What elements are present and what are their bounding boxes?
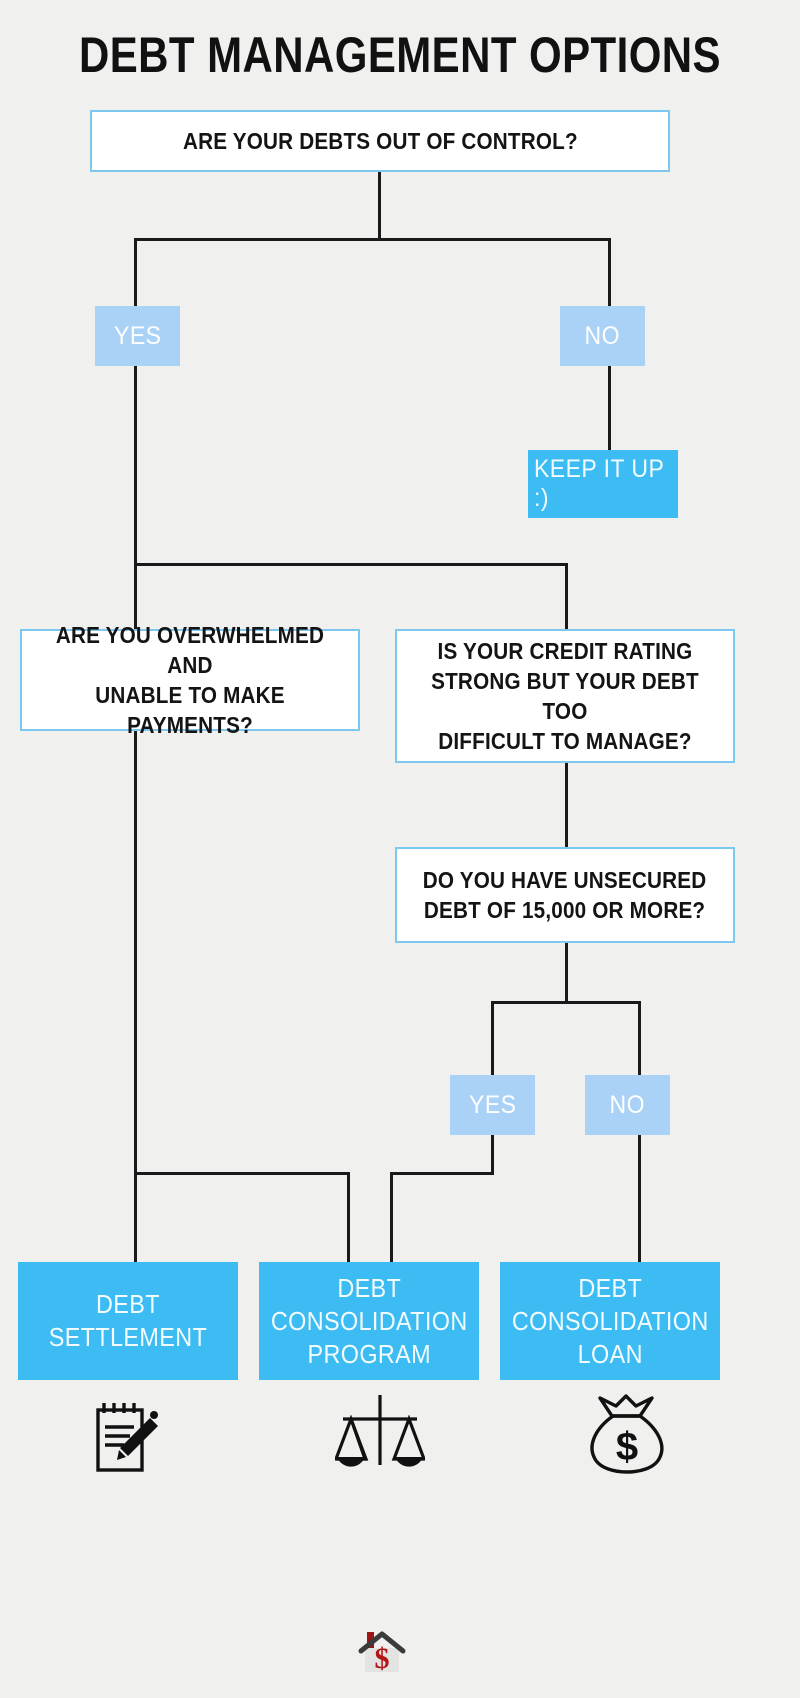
connector-yesbottom-down <box>491 1135 494 1175</box>
question-box-root-label: ARE YOUR DEBTS OUT OF CONTROL? <box>182 128 578 154</box>
connector-yes-spine <box>134 366 137 1262</box>
result-3-line1: DEBT <box>578 1272 642 1303</box>
connector-down-to-credit-question <box>565 563 568 631</box>
terminal-keep-it-up: KEEP IT UP :) <box>528 450 678 518</box>
question-box-credit-rating: IS YOUR CREDIT RATING STRONG BUT YOUR DE… <box>395 629 735 763</box>
branch-yes-bottom: YES <box>450 1075 535 1135</box>
branch-no-top-label: NO <box>584 321 621 350</box>
result-2-line1: DEBT <box>337 1272 401 1303</box>
question-unsecured-line1: DO YOU HAVE UNSECURED <box>423 867 707 893</box>
connector-leftspine-to-program <box>347 1172 350 1262</box>
connector-yesbottom-to-program <box>390 1172 393 1262</box>
question-credit-line3: DIFFICULT TO MANAGE? <box>438 728 692 754</box>
question-overwhelmed-line1: ARE YOU OVERWHELMED AND <box>55 622 325 678</box>
connector-unsecured-split <box>491 1001 641 1004</box>
branch-yes-top-label: YES <box>113 321 162 350</box>
connector-to-no-top <box>608 238 611 306</box>
question-box-overwhelmed: ARE YOU OVERWHELMED AND UNABLE TO MAKE P… <box>20 622 360 738</box>
result-box-debt-settlement: DEBT SETTLEMENT <box>18 1262 238 1380</box>
connector-nobottom-to-loan <box>638 1135 641 1262</box>
question-box-unsecured-debt: DO YOU HAVE UNSECURED DEBT OF 15,000 OR … <box>395 847 735 943</box>
connector-to-yes-top <box>134 238 137 306</box>
connector-root-down <box>378 172 381 240</box>
connector-credit-to-unsecured <box>565 763 568 847</box>
question-box-root: ARE YOUR DEBTS OUT OF CONTROL? <box>90 110 670 172</box>
terminal-keep-it-up-label: KEEP IT UP :) <box>534 455 664 512</box>
result-box-consolidation-program: DEBT CONSOLIDATION PROGRAM <box>259 1262 479 1380</box>
money-bag-icon: $ <box>586 1394 668 1474</box>
connector-yesbottom-elbow <box>390 1172 494 1175</box>
connector-no-to-keepup <box>608 366 611 450</box>
branch-yes-bottom-label: YES <box>468 1090 517 1119</box>
question-overwhelmed-line2: UNABLE TO MAKE PAYMENTS? <box>95 682 285 738</box>
svg-text:$: $ <box>375 1642 390 1674</box>
result-2-line3: PROGRAM <box>307 1338 431 1369</box>
connector-to-no-bottom <box>638 1001 641 1075</box>
connector-leftspine-elbow <box>136 1172 350 1175</box>
result-3-line2: CONSOLIDATION <box>511 1305 709 1336</box>
question-credit-line2: STRONG BUT YOUR DEBT TOO <box>431 668 699 724</box>
branch-no-bottom: NO <box>585 1075 670 1135</box>
result-2-line2: CONSOLIDATION <box>270 1305 468 1336</box>
balance-scales-icon <box>333 1393 427 1475</box>
result-1-line1: DEBT <box>96 1289 160 1319</box>
connector-unsecured-down <box>565 943 568 1003</box>
question-unsecured-line2: DEBT OF 15,000 OR MORE? <box>424 897 706 923</box>
branch-no-top: NO <box>560 306 645 366</box>
result-3-line3: LOAN <box>577 1338 643 1369</box>
svg-text:$: $ <box>616 1425 638 1469</box>
result-box-consolidation-loan: DEBT CONSOLIDATION LOAN <box>500 1262 720 1380</box>
branch-no-bottom-label: NO <box>609 1090 646 1119</box>
question-credit-line1: IS YOUR CREDIT RATING <box>437 638 693 664</box>
house-dollar-logo: $ <box>358 1630 406 1675</box>
branch-yes-top: YES <box>95 306 180 366</box>
connector-to-yes-bottom <box>491 1001 494 1075</box>
page-title: DEBT MANAGEMENT OPTIONS <box>78 27 721 83</box>
notepad-pencil-icon <box>92 1398 166 1474</box>
infographic-canvas: DEBT MANAGEMENT OPTIONS ARE YOUR DEBTS O… <box>0 0 800 1698</box>
connector-yes-to-right <box>136 563 568 566</box>
result-1-line2: SETTLEMENT <box>48 1322 208 1352</box>
connector-root-split <box>134 238 611 241</box>
